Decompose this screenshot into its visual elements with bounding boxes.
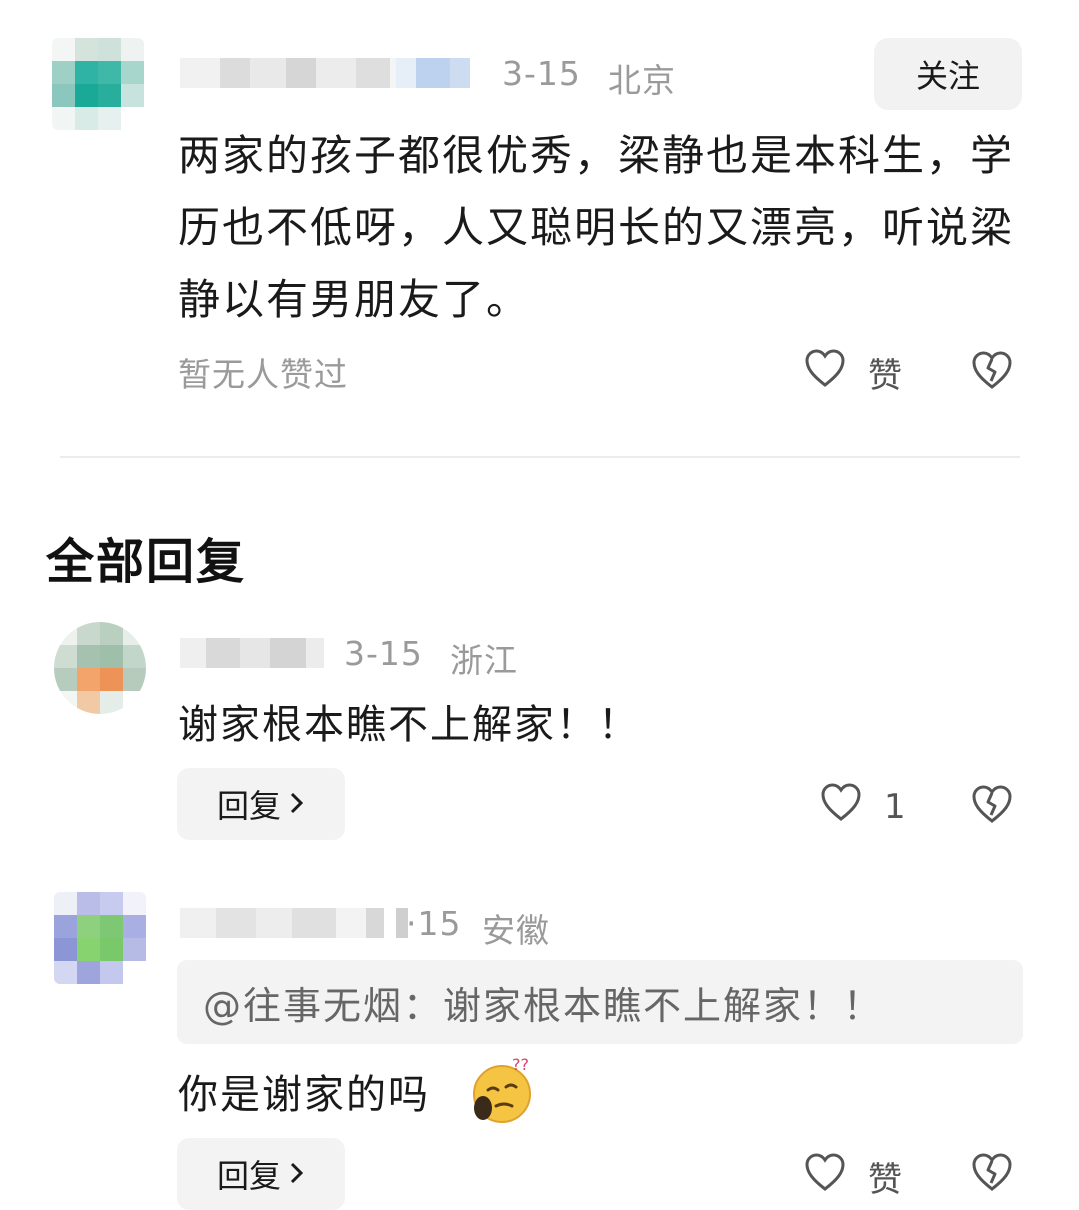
thinking-face-icon: ?? <box>466 1054 538 1126</box>
like-button[interactable]: 赞 <box>804 348 902 397</box>
reply-location: 浙江 <box>450 641 518 680</box>
reply-button[interactable]: 回复 <box>177 1138 345 1210</box>
reply-location: 安徽 <box>482 911 550 950</box>
svg-text:??: ?? <box>512 1055 529 1074</box>
heart-icon <box>804 348 846 397</box>
broken-heart-icon <box>970 1152 1014 1201</box>
section-title: 全部回复 <box>46 534 247 590</box>
reply-button[interactable]: 回复 <box>177 768 345 840</box>
heart-icon <box>804 1152 846 1201</box>
quoted-reply[interactable]: @往事无烟：谢家根本瞧不上解家！！ <box>177 960 1023 1044</box>
comment-date: 3-15 <box>502 54 581 93</box>
avatar[interactable] <box>54 892 146 984</box>
reply-text: 谢家根本瞧不上解家！！ <box>178 702 640 748</box>
comment-text: 两家的孩子都很优秀，梁静也是本科生，学历也不低呀，人又聪明长的又漂亮，听说梁静以… <box>178 131 1015 324</box>
divider <box>60 456 1020 458</box>
dislike-button[interactable] <box>970 350 1014 399</box>
avatar[interactable] <box>54 622 146 714</box>
chevron-right-icon <box>289 785 305 823</box>
heart-icon <box>820 782 862 831</box>
like-button[interactable]: 1 <box>820 782 906 831</box>
badge-blurred <box>396 58 470 88</box>
like-label: 赞 <box>868 356 902 396</box>
dislike-button[interactable] <box>970 784 1014 833</box>
comment-location: 北京 <box>608 61 676 100</box>
reply-label: 回复 <box>216 787 281 825</box>
follow-button[interactable]: 关注 <box>874 38 1022 110</box>
username-blurred[interactable] <box>180 638 324 668</box>
reply-text: 你是谢家的吗 <box>178 1072 430 1118</box>
chevron-right-icon <box>289 1155 305 1193</box>
like-count: 1 <box>884 786 906 827</box>
likes-status: 暂无人赞过 <box>178 355 348 394</box>
reply-date: ·15 <box>406 904 462 943</box>
reply-date: 3-15 <box>344 634 423 673</box>
broken-heart-icon <box>970 350 1014 399</box>
reply-label: 回复 <box>216 1157 281 1195</box>
broken-heart-icon <box>970 784 1014 833</box>
avatar[interactable] <box>52 38 144 130</box>
username-blurred[interactable] <box>180 908 408 938</box>
like-button[interactable]: 赞 <box>804 1152 902 1201</box>
like-label: 赞 <box>868 1160 902 1200</box>
dislike-button[interactable] <box>970 1152 1014 1201</box>
